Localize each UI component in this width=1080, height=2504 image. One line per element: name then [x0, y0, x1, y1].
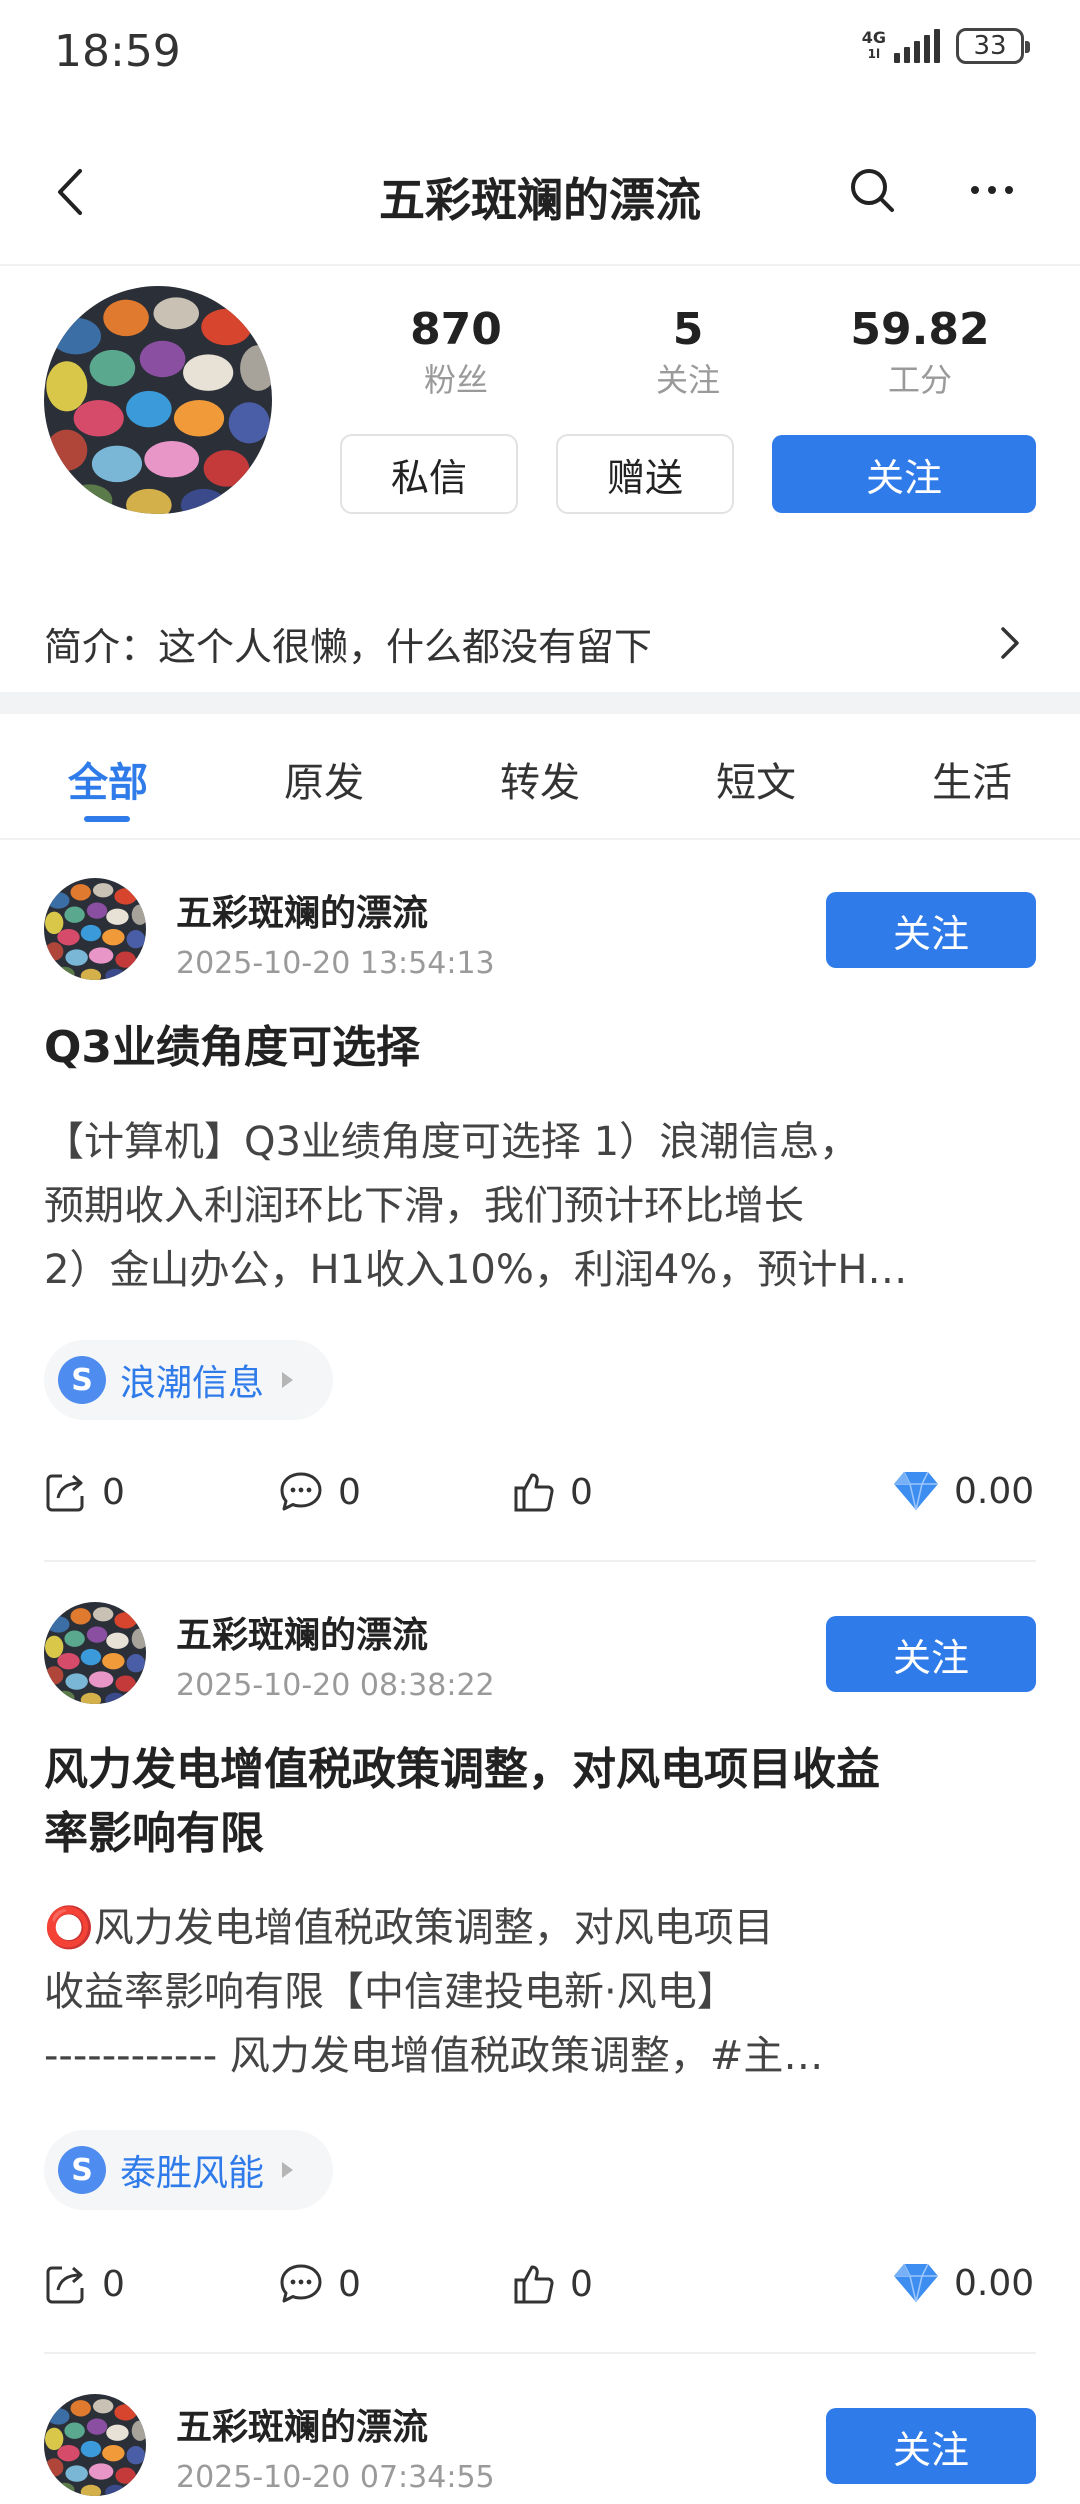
- stat-value: 59.82: [850, 304, 990, 355]
- post-time: 2025-10-20 08:38:22: [176, 1668, 495, 1703]
- stock-tag[interactable]: S 浪潮信息: [44, 1340, 334, 1420]
- status-icons: 4G 1l 33: [861, 28, 1030, 64]
- comment-icon: [280, 2264, 322, 2303]
- like-count: 0: [570, 2263, 593, 2305]
- body-line: 收益率影响有限【中信建投电新·风电】: [44, 1969, 737, 2015]
- reward-amount: 0.00: [954, 1470, 1035, 1512]
- post-title[interactable]: 风力发电增值税政策调整，对风电项目收益 率影响有限: [44, 1738, 1044, 1866]
- tab-short[interactable]: 短文: [656, 750, 856, 808]
- tabs-divider: [0, 838, 1080, 840]
- more-icon: [971, 186, 1013, 194]
- share-action[interactable]: 0: [44, 2262, 125, 2306]
- body-line: 预期收入利润环比下滑，我们预计环比增长: [44, 1183, 804, 1229]
- chevron-right-icon: [1001, 627, 1019, 659]
- share-icon: [46, 1474, 84, 1512]
- search-button[interactable]: [842, 160, 902, 220]
- post-body[interactable]: ⭕风力发电增值税政策调整，对风电项目 收益率影响有限【中信建投电新·风电】 --…: [44, 1896, 1034, 2088]
- post-follow-button[interactable]: 关注: [826, 1616, 1036, 1692]
- stock-badge-icon: S: [58, 2146, 106, 2194]
- like-action[interactable]: 0: [512, 2262, 593, 2306]
- thumbs-up-icon: [514, 2265, 554, 2304]
- status-bar: 18:59 4G 1l 33: [0, 0, 1080, 104]
- diamond-icon: [894, 2263, 938, 2303]
- follow-button[interactable]: 关注: [772, 435, 1036, 513]
- comment-count: 0: [338, 2263, 361, 2305]
- gift-button[interactable]: 赠送: [556, 434, 734, 514]
- diamond-icon: [894, 1471, 938, 1511]
- more-button[interactable]: [962, 160, 1022, 220]
- status-time: 18:59: [54, 26, 181, 77]
- intro-text: 简介：这个人很懒，什么都没有留下: [44, 624, 653, 669]
- post-time: 2025-10-20 07:34:55: [176, 2460, 495, 2495]
- nav-bar: 五彩斑斓的漂流: [0, 140, 1080, 250]
- network-indicator: 4G 1l: [861, 28, 886, 62]
- share-icon: [46, 2266, 84, 2304]
- reward-amount: 0.00: [954, 2262, 1035, 2304]
- reward-action[interactable]: 0.00: [892, 2262, 1034, 2304]
- battery-level: 33: [973, 31, 1007, 61]
- title-line: 风力发电增值税政策调整，对风电项目收益: [44, 1744, 880, 1795]
- post-author[interactable]: 五彩斑斓的漂流: [176, 1606, 428, 1658]
- profile-avatar[interactable]: [44, 286, 272, 514]
- profile-intro[interactable]: 简介：这个人很懒，什么都没有留下: [44, 608, 1044, 678]
- page-title: 五彩斑斓的漂流: [379, 173, 701, 227]
- caret-right-icon: [282, 2162, 294, 2178]
- stat-value: 870: [410, 304, 502, 355]
- comment-count: 0: [338, 1471, 361, 1513]
- stock-badge-icon: S: [58, 1356, 106, 1404]
- post-body[interactable]: 【计算机】Q3业绩角度可选择 1）浪潮信息， 预期收入利润环比下滑，我们预计环比…: [44, 1110, 1034, 1302]
- stat-fans[interactable]: 870 粉丝: [356, 300, 556, 400]
- body-line: ⭕风力发电增值税政策调整，对风电项目: [44, 1905, 774, 1951]
- stat-label: 关注: [655, 361, 720, 399]
- reward-action[interactable]: 0.00: [892, 1470, 1034, 1512]
- like-action[interactable]: 0: [512, 1470, 593, 1514]
- stat-label: 工分: [887, 361, 952, 399]
- stat-value: 5: [672, 304, 704, 355]
- comment-action[interactable]: 0: [278, 1470, 361, 1514]
- comment-action[interactable]: 0: [278, 2262, 361, 2306]
- thumbs-up-icon: [514, 1473, 554, 1512]
- tab-indicator: [84, 816, 130, 822]
- body-line: ------------ 风力发电增值税政策调整，#主…: [44, 2033, 824, 2079]
- stock-name: 浪潮信息: [120, 1363, 265, 1404]
- share-action[interactable]: 0: [44, 1470, 125, 1514]
- post-divider: [44, 1560, 1036, 1562]
- stock-tag[interactable]: S 泰胜风能: [44, 2130, 334, 2210]
- post-actions: 0 0 0 0.00: [0, 2262, 1080, 2322]
- avatar[interactable]: [44, 878, 146, 980]
- tab-all[interactable]: 全部: [8, 750, 208, 808]
- post-author[interactable]: 五彩斑斓的漂流: [176, 884, 428, 936]
- post-divider: [44, 2352, 1036, 2354]
- signal-icon: [894, 29, 940, 63]
- search-icon: [851, 169, 894, 212]
- share-count: 0: [102, 1471, 125, 1513]
- battery-icon: 33: [956, 28, 1030, 64]
- avatar[interactable]: [44, 1602, 146, 1704]
- message-button[interactable]: 私信: [340, 434, 518, 514]
- tab-repost[interactable]: 转发: [440, 750, 640, 808]
- post-title[interactable]: Q3业绩角度可选择: [44, 1016, 1044, 1080]
- post-author[interactable]: 五彩斑斓的漂流: [176, 2398, 428, 2450]
- header-divider: [0, 264, 1080, 266]
- like-count: 0: [570, 1471, 593, 1513]
- section-gap: [0, 692, 1080, 714]
- title-line: 率影响有限: [44, 1808, 264, 1859]
- tab-life[interactable]: 生活: [872, 750, 1072, 808]
- body-line: 【计算机】Q3业绩角度可选择 1）浪潮信息，: [44, 1119, 860, 1165]
- post-actions: 0 0 0 0.00: [0, 1470, 1080, 1530]
- caret-right-icon: [282, 1372, 294, 1388]
- post-time: 2025-10-20 13:54:13: [176, 946, 495, 981]
- stat-following[interactable]: 5 关注: [588, 300, 788, 400]
- tab-original[interactable]: 原发: [224, 750, 424, 808]
- share-count: 0: [102, 2263, 125, 2305]
- post-follow-button[interactable]: 关注: [826, 2408, 1036, 2484]
- stat-points[interactable]: 59.82 工分: [820, 300, 1020, 400]
- content-tabs: 全部 原发 转发 短文 生活: [0, 740, 1080, 840]
- body-line: 2）金山办公，H1收入10%，利润4%，预计H…: [44, 1247, 908, 1293]
- stock-name: 泰胜风能: [120, 2153, 265, 2194]
- post-follow-button[interactable]: 关注: [826, 892, 1036, 968]
- avatar[interactable]: [44, 2394, 146, 2496]
- stat-label: 粉丝: [423, 361, 488, 399]
- comment-icon: [280, 1472, 322, 1511]
